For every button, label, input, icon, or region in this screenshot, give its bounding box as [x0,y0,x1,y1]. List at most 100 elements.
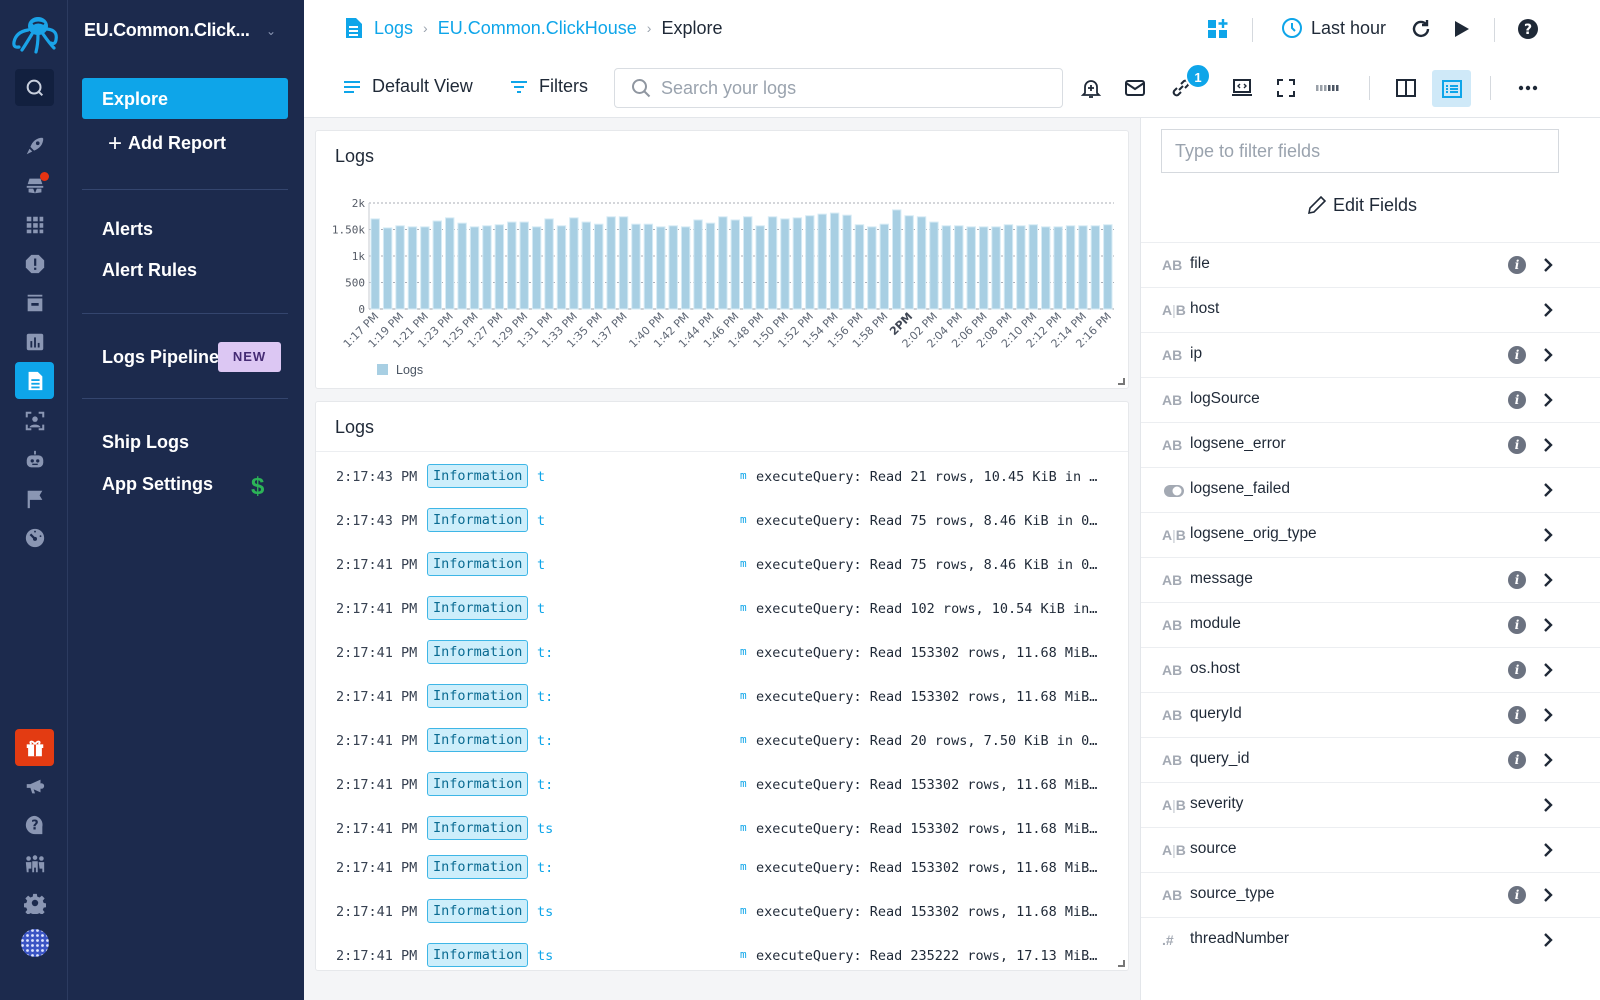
bar[interactable] [407,226,418,310]
add-widget-button[interactable] [1207,18,1229,40]
info-icon[interactable]: i [1508,391,1526,409]
log-row[interactable]: 2:17:41 PM Information ts m executeQuery: Re… [316,943,1128,970]
help-button[interactable]: ? [1517,18,1539,40]
bar[interactable] [445,217,455,310]
add-report-button[interactable]: + Add Report [108,131,226,155]
bar[interactable] [382,227,393,310]
bar[interactable] [1078,225,1088,310]
log-row[interactable]: 2:17:41 PM Information t m executeQuery: Rea… [316,552,1128,580]
rail-apps-button[interactable] [15,206,54,243]
bar[interactable] [420,226,430,310]
rail-gauge-button[interactable] [15,519,54,556]
log-field-value[interactable]: t: [537,860,553,876]
field-row-source-type[interactable]: AB source_type i [1141,872,1600,917]
log-row[interactable]: 2:17:41 PM Information t m executeQuery: Rea… [316,596,1128,624]
chevron-right-icon[interactable] [1538,705,1558,725]
rail-monitoring-button[interactable] [15,402,54,439]
log-field-value[interactable]: ts [537,948,553,964]
log-field-value[interactable]: t: [537,733,553,749]
bar[interactable] [792,217,803,310]
info-icon[interactable]: i [1508,706,1526,724]
legend-label[interactable]: Logs [396,363,423,377]
field-row-source[interactable]: A|B source [1141,827,1600,872]
log-field-value[interactable]: t [537,601,545,617]
field-row-logsene-orig-type[interactable]: A|B logsene_orig_type [1141,512,1600,557]
rail-announcements-button[interactable] [15,767,54,804]
bar[interactable] [904,215,914,310]
log-row[interactable]: 2:17:41 PM Information t: m executeQuery: Re… [316,772,1128,800]
log-field-value[interactable]: t [537,469,545,485]
bar[interactable] [519,221,529,310]
log-message[interactable]: executeQuery: Read 153302 rows, 11.68 Mi… [756,777,1097,793]
info-icon[interactable]: i [1508,751,1526,769]
refresh-button[interactable] [1410,18,1432,40]
log-message[interactable]: executeQuery: Read 153302 rows, 11.68 Mi… [756,689,1097,705]
bar[interactable] [680,226,691,310]
rail-help-button[interactable]: ? [15,806,54,843]
project-selector[interactable]: EU.Common.Click... [84,20,250,41]
chevron-right-icon[interactable] [1538,255,1558,275]
log-message[interactable]: executeQuery: Read 153302 rows, 11.68 Mi… [756,860,1097,876]
nav-item-app-settings[interactable]: App Settings [102,474,213,495]
log-field-value[interactable]: t [537,557,545,573]
log-message[interactable]: executeQuery: Read 102 rows, 10.54 KiB i… [756,601,1097,617]
info-icon[interactable]: i [1508,661,1526,679]
bar[interactable] [991,226,1001,310]
field-row-logsene-failed[interactable]: logsene_failed [1141,467,1600,512]
field-row-threadnumber[interactable]: .# threadNumber [1141,917,1600,962]
log-field-value[interactable]: t [537,513,545,529]
bar[interactable] [718,216,728,310]
bar[interactable] [656,226,666,310]
bar[interactable] [643,223,654,310]
rail-dashboards-button[interactable] [15,323,54,360]
rail-gift-button[interactable] [15,729,54,766]
log-row[interactable]: 2:17:41 PM Information ts m executeQuery: Re… [316,816,1128,844]
chevron-right-icon[interactable] [1538,345,1558,365]
bar[interactable] [631,223,641,310]
info-icon[interactable]: i [1508,571,1526,589]
severity-badge[interactable]: Information [427,943,529,967]
rail-team-button[interactable] [15,845,54,882]
bar[interactable] [892,209,902,310]
rail-account-button[interactable] [15,924,54,961]
more-options-button[interactable] [1517,77,1539,99]
bar[interactable] [395,225,405,310]
bar[interactable] [1103,224,1113,310]
info-icon[interactable]: i [1508,436,1526,454]
severity-badge[interactable]: Information [427,508,529,532]
log-row[interactable]: 2:17:41 PM Information t: m executeQuery: Re… [316,684,1128,712]
bar[interactable] [569,217,579,310]
field-row-module[interactable]: AB module i [1141,602,1600,647]
time-range-picker[interactable]: Last hour [1281,17,1386,39]
log-field-value[interactable]: ts [537,904,553,920]
rail-flag-button[interactable] [15,480,54,517]
nav-item-alert-rules[interactable]: Alert Rules [102,260,197,281]
bar[interactable] [1053,226,1063,310]
breadcrumb-app[interactable]: EU.Common.ClickHouse [438,18,637,39]
field-row-file[interactable]: AB file i [1141,242,1600,287]
bar[interactable] [743,216,753,310]
bar[interactable] [705,222,716,310]
bar[interactable] [916,216,927,310]
bar[interactable] [1016,225,1026,310]
bar[interactable] [469,226,480,310]
rail-bot-button[interactable] [15,441,54,478]
bar[interactable] [370,218,380,310]
split-view-button[interactable] [1395,77,1417,99]
bar[interactable] [817,213,827,310]
edit-fields-button[interactable]: Edit Fields [1306,194,1417,216]
log-message[interactable]: executeQuery: Read 153302 rows, 11.68 Mi… [756,904,1097,920]
chevron-right-icon[interactable] [1538,750,1558,770]
bar[interactable] [842,214,852,310]
info-icon[interactable]: i [1508,616,1526,634]
severity-badge[interactable]: Information [427,596,529,620]
field-row-logsene-error[interactable]: AB logsene_error i [1141,422,1600,467]
create-alert-button[interactable] [1080,77,1102,99]
bar[interactable] [544,218,554,310]
live-tail-play-button[interactable] [1450,18,1472,40]
logs-histogram-chart[interactable]: 05001k1.50k2k1:17 PM1:19 PM1:21 PM1:23 P… [316,131,1130,390]
log-message[interactable]: executeQuery: Read 153302 rows, 11.68 Mi… [756,821,1097,837]
bar[interactable] [780,218,790,310]
bar[interactable] [829,212,840,310]
log-message[interactable]: executeQuery: Read 75 rows, 8.46 KiB in … [756,513,1097,529]
